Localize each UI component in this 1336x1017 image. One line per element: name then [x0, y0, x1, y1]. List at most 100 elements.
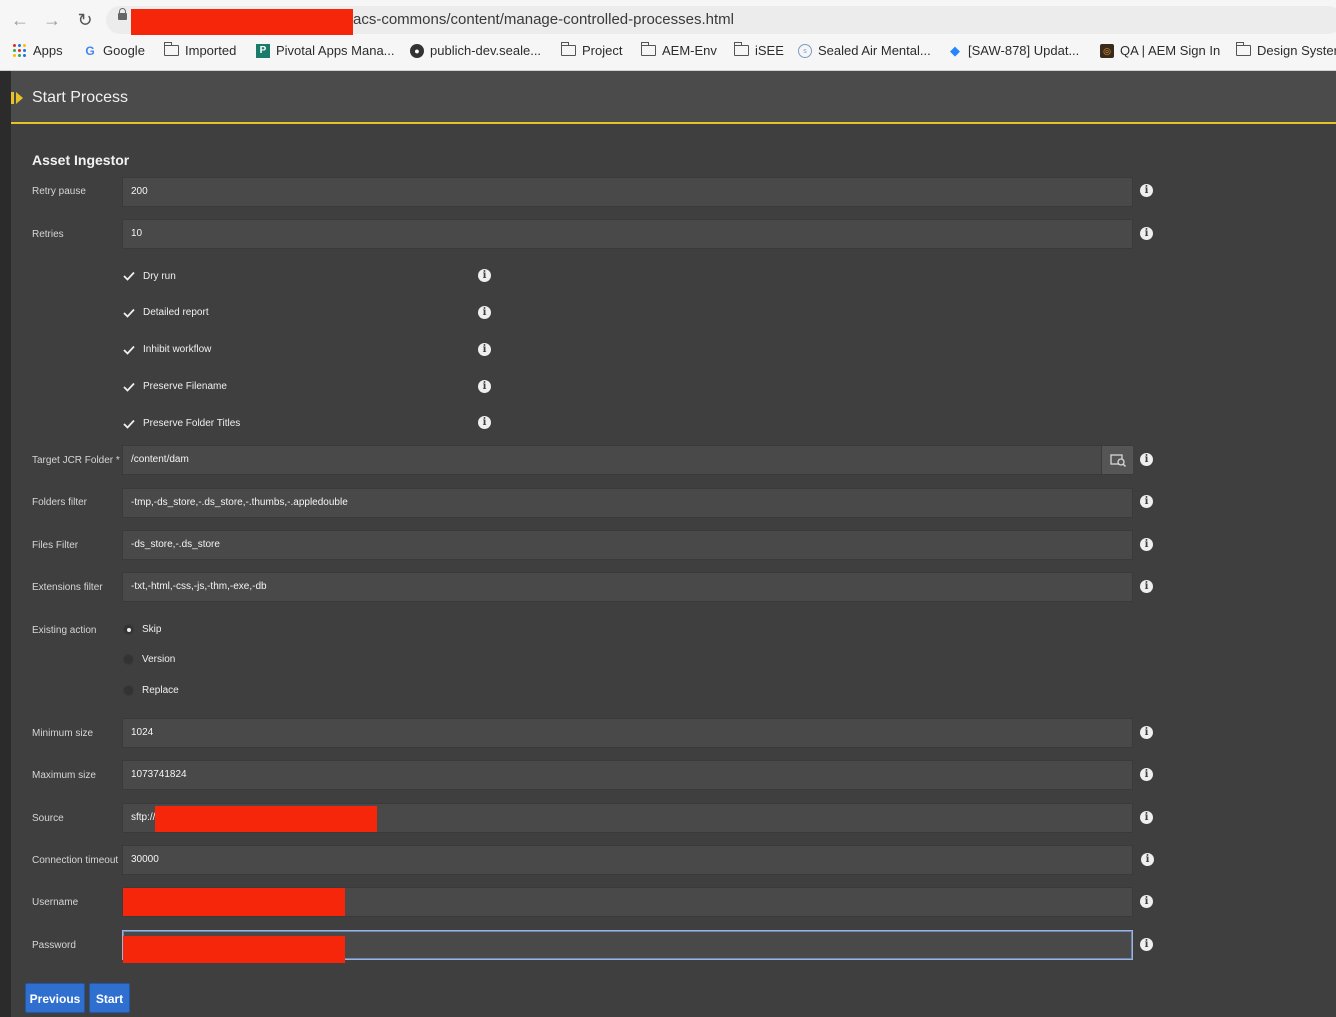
folder-icon: [163, 42, 179, 56]
bookmark-qa-aem[interactable]: ◎ QA | AEM Sign In: [1100, 43, 1220, 58]
password-info-icon[interactable]: i: [1140, 938, 1153, 951]
extensions-filter-label: Extensions filter: [32, 582, 103, 593]
redacted-username: [123, 888, 345, 916]
bookmark-isee[interactable]: iSEE: [733, 42, 784, 58]
target-folder-input[interactable]: /content/dam: [122, 445, 1133, 475]
bookmark-label: Project: [582, 43, 623, 58]
bookmark-label: publich-dev.seale...: [430, 43, 542, 58]
folders-filter-input[interactable]: -tmp,-ds_store,-.ds_store,-.thumbs,-.app…: [122, 488, 1133, 518]
left-strip: [0, 71, 11, 1017]
dry-run-label: Dry run: [143, 271, 176, 282]
retry-pause-info-icon[interactable]: i: [1140, 184, 1153, 197]
folder-icon: [733, 42, 749, 56]
bookmark-label: AEM-Env: [662, 43, 717, 58]
files-filter-info-icon[interactable]: i: [1140, 538, 1153, 551]
folder-icon: [640, 42, 656, 56]
retries-label: Retries: [32, 229, 64, 240]
version-option-label: Version: [142, 654, 176, 665]
aem-icon: ◎: [1100, 43, 1114, 58]
reload-icon[interactable]: ↻: [73, 8, 97, 32]
target-folder-info-icon[interactable]: i: [1140, 453, 1153, 466]
bookmark-apps[interactable]: Apps: [13, 43, 63, 58]
google-icon: G: [85, 43, 95, 58]
preserve-filename-info-icon[interactable]: i: [478, 380, 491, 393]
bookmark-pivotal[interactable]: P Pivotal Apps Mana...: [256, 43, 395, 58]
maximum-size-input[interactable]: 1073741824: [122, 760, 1133, 790]
back-icon[interactable]: ←: [8, 8, 32, 32]
start-process-icon: [11, 92, 23, 104]
connection-timeout-info-icon[interactable]: i: [1141, 853, 1154, 866]
existing-action-version-radio[interactable]: [123, 654, 134, 665]
bookmark-project[interactable]: Project: [560, 42, 623, 58]
bookmark-label: QA | AEM Sign In: [1120, 43, 1221, 58]
start-button[interactable]: Start: [89, 983, 130, 1013]
jira-icon: ◆: [950, 42, 960, 58]
retries-info-icon[interactable]: i: [1140, 227, 1153, 240]
dry-run-info-icon[interactable]: i: [478, 269, 491, 282]
preserve-folder-titles-info-icon[interactable]: i: [478, 416, 491, 429]
bookmark-saw-878[interactable]: ◆ [SAW-878] Updat...: [948, 43, 1079, 58]
username-label: Username: [32, 897, 79, 908]
detailed-report-checkbox[interactable]: [122, 306, 136, 320]
redacted-password: [123, 936, 345, 963]
bookmark-design-system[interactable]: Design Syster: [1235, 42, 1336, 58]
source-info-icon[interactable]: i: [1140, 811, 1153, 824]
bookmark-publich-dev[interactable]: ● publich-dev.seale...: [410, 43, 541, 58]
connection-timeout-label: Connection timeout: [32, 855, 119, 866]
inhibit-workflow-label: Inhibit workflow: [143, 344, 212, 355]
maximum-size-info-icon[interactable]: i: [1140, 768, 1153, 781]
inhibit-workflow-info-icon[interactable]: i: [478, 343, 491, 356]
site-icon: s: [798, 43, 812, 58]
folder-icon: [560, 42, 576, 56]
bookmark-label: Apps: [33, 43, 63, 58]
apps-grid-icon: [13, 43, 27, 58]
minimum-size-input[interactable]: 1024: [122, 718, 1133, 748]
bookmark-label: Google: [103, 43, 145, 58]
bookmark-imported[interactable]: Imported: [163, 42, 237, 58]
checkmark-icon: [123, 308, 135, 318]
bookmark-google[interactable]: G Google: [83, 43, 145, 58]
extensions-filter-input[interactable]: -txt,-html,-css,-js,-thm,-exe,-db: [122, 572, 1133, 602]
pivotal-icon: P: [256, 43, 270, 58]
minimum-size-label: Minimum size: [32, 728, 94, 739]
bookmark-sealed-air[interactable]: s Sealed Air Mental...: [798, 43, 931, 58]
detailed-report-info-icon[interactable]: i: [478, 306, 491, 319]
checkmark-icon: [123, 419, 135, 429]
retries-input[interactable]: 10: [122, 219, 1133, 249]
source-label: Source: [32, 813, 64, 824]
bookmark-label: Imported: [185, 43, 237, 58]
minimum-size-info-icon[interactable]: i: [1140, 726, 1153, 739]
existing-action-skip-radio[interactable]: [123, 624, 134, 635]
detailed-report-label: Detailed report: [143, 307, 209, 318]
username-info-icon[interactable]: i: [1140, 895, 1153, 908]
connection-timeout-input[interactable]: 30000: [122, 845, 1133, 875]
checkmark-icon: [123, 345, 135, 355]
existing-action-replace-radio[interactable]: [123, 685, 134, 696]
dry-run-checkbox[interactable]: [122, 269, 136, 283]
target-folder-label: Target JCR Folder *: [32, 455, 120, 466]
checkmark-icon: [123, 271, 135, 281]
skip-option-label: Skip: [142, 624, 162, 635]
password-label: Password: [32, 940, 76, 951]
folders-filter-label: Folders filter: [32, 497, 88, 508]
files-filter-label: Files Filter: [32, 540, 79, 551]
retry-pause-input[interactable]: 200: [122, 177, 1133, 207]
page-title: Start Process: [32, 89, 129, 106]
browse-folder-button[interactable]: [1101, 446, 1133, 474]
forward-icon[interactable]: →: [40, 8, 64, 32]
extensions-filter-info-icon[interactable]: i: [1140, 580, 1153, 593]
inhibit-workflow-checkbox[interactable]: [122, 343, 136, 357]
url-text: acs-commons/content/manage-controlled-pr…: [353, 11, 734, 28]
preserve-folder-titles-checkbox[interactable]: [122, 417, 136, 431]
retry-pause-label: Retry pause: [32, 186, 86, 197]
folder-search-icon: [1110, 454, 1126, 467]
preserve-filename-checkbox[interactable]: [122, 380, 136, 394]
bookmark-aem-env[interactable]: AEM-Env: [640, 42, 717, 58]
folders-filter-info-icon[interactable]: i: [1140, 495, 1153, 508]
previous-button[interactable]: Previous: [25, 983, 85, 1013]
globe-icon: ●: [410, 43, 424, 58]
existing-action-label: Existing action: [32, 625, 97, 636]
maximum-size-label: Maximum size: [32, 770, 96, 781]
redacted-host: [131, 9, 353, 35]
files-filter-input[interactable]: -ds_store,-.ds_store: [122, 530, 1133, 560]
